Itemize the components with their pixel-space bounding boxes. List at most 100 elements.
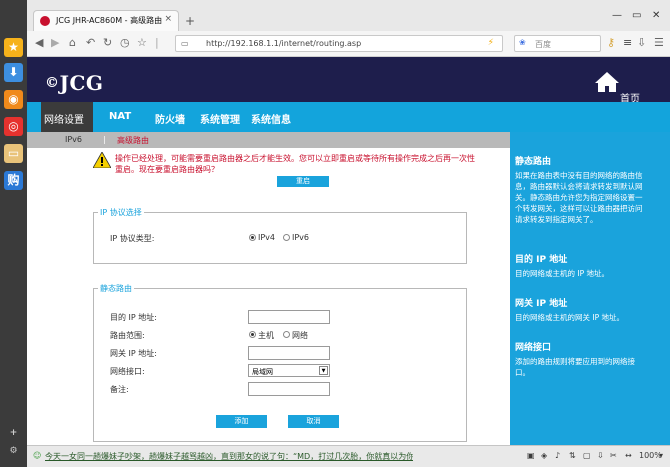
ip-protocol-legend: IP 协议选择	[98, 207, 144, 218]
ipv4-label: IPv4	[258, 233, 276, 242]
tab-title: JCG JHR-AC860M - 高级路由	[56, 16, 163, 25]
ipv6-label: IPv6	[292, 233, 310, 242]
address-url[interactable]: http://192.168.1.1/internet/routing.asp	[206, 39, 361, 48]
help-title-gateway-ip: 网关 IP 地址	[515, 299, 568, 309]
status-page-icon[interactable]: ▢	[583, 451, 591, 460]
address-bar[interactable]: ▭ http://192.168.1.1/internet/routing.as…	[175, 35, 503, 52]
baidu-paw-icon: ❀	[519, 38, 526, 47]
submenu-advanced-routing[interactable]: 高级路由	[117, 135, 149, 146]
menu-network-settings[interactable]: 网络设置	[41, 102, 93, 132]
dest-ip-input[interactable]	[248, 310, 330, 324]
volume-icon[interactable]: ♪	[555, 451, 560, 460]
warning-text: 操作已经处理，可能需要重启路由器之后才能生效。您可以立即重启或等待所有操作完成之…	[115, 154, 475, 174]
favorites-star-icon[interactable]: ★	[4, 38, 23, 57]
menu-nat[interactable]: NAT	[109, 111, 131, 122]
chevron-down-icon[interactable]: ▼	[319, 366, 328, 375]
gateway-ip-input[interactable]	[248, 346, 330, 360]
rss-icon[interactable]: ◉	[4, 90, 23, 109]
page-info-icon: ▭	[181, 39, 189, 48]
search-box[interactable]: ❀ 百度	[514, 35, 601, 52]
submenu-separator: |	[103, 135, 106, 144]
status-network-icon[interactable]: ⇅	[569, 451, 576, 460]
maximize-icon[interactable]: ▭	[632, 10, 641, 21]
status-clipboard-icon[interactable]: ▣	[527, 451, 535, 460]
separator-icon: |	[155, 36, 159, 49]
menu-firewall[interactable]: 防火墙	[155, 111, 185, 126]
news-icon: ☺	[33, 451, 42, 460]
help-panel: 静态路由 如果在路由表中没有目的网络的路由信息，路由器默认会将请求转发到默认网关…	[510, 132, 670, 445]
reboot-button[interactable]: 重启	[277, 176, 329, 187]
shopping-icon[interactable]: 购	[4, 171, 23, 190]
reload-icon[interactable]: ↻	[103, 37, 112, 49]
interface-select[interactable]: 局域网 ▼	[248, 364, 330, 377]
status-news-text[interactable]: 今天一女同一趟爆妹子吵架，趟爆妹子越骂越凶，直到那女的说了句：“MD，打过几次胎…	[45, 451, 413, 462]
jcg-logo: ©JCG	[45, 71, 104, 95]
add-button[interactable]: 添加	[216, 415, 267, 428]
host-radio[interactable]	[249, 331, 256, 338]
zoom-out-icon[interactable]: ↔	[625, 451, 632, 460]
router-page: ©JCG 首页 网络设置 NAT 防火墙 系统管理 系统信息 IPv6 | 高级…	[27, 57, 670, 445]
main-content: 操作已经处理，可能需要重启路由器之后才能生效。您可以立即重启或等待所有操作完成之…	[27, 148, 510, 445]
ipv4-radio[interactable]	[249, 234, 256, 241]
download-icon[interactable]: ⬇	[4, 63, 23, 82]
help-title-interface: 网络接口	[515, 343, 552, 353]
download-manager-icon[interactable]: ⇩	[637, 37, 646, 49]
forward-icon[interactable]: ▶	[51, 37, 59, 49]
bookmarks-icon[interactable]: ≡	[623, 37, 632, 49]
menu-system-info[interactable]: 系统信息	[251, 111, 291, 126]
interface-value: 局域网	[252, 368, 273, 376]
submenu-ipv6[interactable]: IPv6	[65, 135, 82, 144]
status-shield-icon[interactable]: ◈	[541, 451, 547, 460]
help-title-dest-ip: 目的 IP 地址	[515, 255, 568, 265]
navigation-toolbar: ◀ ▶ ⌂ ↶ ↻ ◷ ☆ | ▭ http://192.168.1.1/int…	[27, 31, 670, 57]
browser-sidebar: ★ ⬇ ◉ ◎ ▭ 购 + ⚙	[0, 0, 27, 467]
back-icon[interactable]: ◀	[35, 37, 43, 49]
home-icon[interactable]: ⌂	[69, 37, 76, 49]
ipv6-radio[interactable]	[283, 234, 290, 241]
minimize-icon[interactable]: —	[612, 10, 622, 21]
home-house-icon[interactable]	[595, 72, 619, 92]
sub-menu: IPv6 | 高级路由	[27, 132, 510, 148]
notes-icon[interactable]: ▭	[4, 144, 23, 163]
network-radio[interactable]	[283, 331, 290, 338]
site-favicon-icon	[40, 16, 50, 26]
interface-label: 网络接口:	[110, 367, 145, 376]
title-bar: JCG JHR-AC860M - 高级路由 × + — ▭ ✕	[27, 0, 670, 31]
status-download-icon[interactable]: ⇩	[597, 451, 604, 460]
help-body-static-route: 如果在路由表中没有目的网络的路由信息，路由器默认会将请求转发到默认网关。静态路由…	[515, 171, 643, 224]
bookmark-star-icon[interactable]: ☆	[137, 37, 147, 49]
browser-tab[interactable]: JCG JHR-AC860M - 高级路由 ×	[33, 10, 179, 31]
weibo-icon[interactable]: ◎	[4, 117, 23, 136]
sidebar-settings-icon[interactable]: ⚙	[7, 445, 20, 458]
network-label: 网络	[292, 331, 308, 340]
comment-input[interactable]	[248, 382, 330, 396]
comment-label: 备注:	[110, 385, 129, 394]
speed-mode-icon[interactable]: ⚡	[488, 38, 494, 48]
cancel-button[interactable]: 取消	[288, 415, 339, 428]
close-window-icon[interactable]: ✕	[652, 10, 660, 21]
status-tools-icon[interactable]: ✂	[610, 451, 617, 460]
help-body-dest-ip: 目的网络或主机的 IP 地址。	[515, 269, 610, 278]
help-title-static-route: 静态路由	[515, 157, 552, 167]
main-menu: 网络设置 NAT 防火墙 系统管理 系统信息	[27, 102, 670, 132]
zoom-dropdown-icon[interactable]: ▾	[659, 451, 663, 460]
warning-box: 操作已经处理，可能需要重启路由器之后才能生效。您可以立即重启或等待所有操作完成之…	[93, 152, 475, 188]
tab-close-icon[interactable]: ×	[164, 14, 172, 24]
sidebar-add-icon[interactable]: +	[7, 427, 20, 440]
new-tab-button[interactable]: +	[185, 14, 195, 28]
menu-icon[interactable]: ☰	[654, 37, 664, 49]
undo-icon[interactable]: ↶	[86, 37, 95, 49]
help-body-gateway-ip: 目的网络或主机的网关 IP 地址。	[515, 313, 625, 322]
key-icon[interactable]: ⚷	[607, 37, 615, 49]
page-header: ©JCG 首页	[27, 57, 670, 105]
search-placeholder: 百度	[535, 40, 551, 49]
logo-symbol-icon: ©	[45, 75, 60, 91]
static-route-legend: 静态路由	[98, 283, 134, 294]
ip-type-label: IP 协议类型:	[110, 234, 155, 243]
history-icon[interactable]: ◷	[120, 37, 130, 49]
help-body-interface: 添加的路由规则将要应用到的网络接口。	[515, 357, 635, 377]
dest-ip-label: 目的 IP 地址:	[110, 313, 157, 322]
menu-system-management[interactable]: 系统管理	[200, 111, 240, 126]
static-route-section: 静态路由 目的 IP 地址: 路由范围: 主机 网络 网关 IP 地址: 网络接…	[93, 283, 467, 442]
host-label: 主机	[258, 331, 274, 340]
